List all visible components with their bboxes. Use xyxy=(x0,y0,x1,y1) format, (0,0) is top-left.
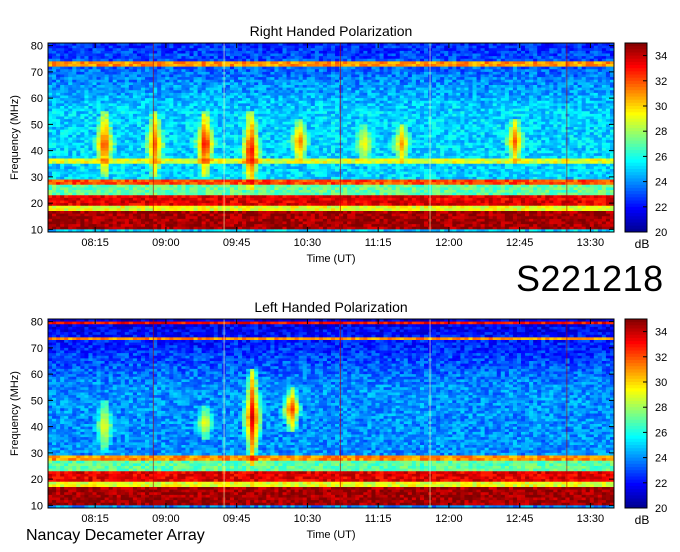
x-tick-label: 10:30 xyxy=(294,513,322,525)
y-tick-label: 70 xyxy=(31,67,43,79)
x-tick-label: 11:15 xyxy=(365,237,392,249)
colorbar-tick-label: 24 xyxy=(655,453,667,465)
spectrogram-cells xyxy=(48,43,614,232)
colorbar-tick-label: 28 xyxy=(655,402,667,414)
y-tick-label: 20 xyxy=(31,474,43,486)
y-tick-label: 60 xyxy=(31,369,43,381)
y-tick-label: 10 xyxy=(31,224,43,236)
y-tick-label: 80 xyxy=(31,41,43,53)
x-tick-label: 12:45 xyxy=(506,237,534,249)
colorbar-tick-label: 20 xyxy=(655,503,667,515)
y-tick-label: 40 xyxy=(31,146,43,158)
observation-id: S221218 xyxy=(516,258,664,300)
x-tick-label: 09:00 xyxy=(152,237,180,249)
colorbar-tick-label: 26 xyxy=(655,151,667,163)
x-axis-label: Time (UT) xyxy=(306,253,355,265)
colorbar-tick-label: 32 xyxy=(655,352,667,364)
x-tick-label: 13:30 xyxy=(577,237,605,249)
colorbar-tick-label: 34 xyxy=(655,51,667,63)
x-tick-label: 10:30 xyxy=(294,237,322,249)
colorbar-tick-label: 30 xyxy=(655,377,667,389)
y-axis-label: Frequency (MHz) xyxy=(9,95,21,180)
colorbar: 20 22 24 26 28 30 32 34 dB xyxy=(625,319,667,527)
y-tick-label: 20 xyxy=(31,198,43,210)
colorbar-tick-label: 28 xyxy=(655,126,667,138)
y-axis-label: Frequency (MHz) xyxy=(9,371,21,456)
y-tick-label: 80 xyxy=(31,317,43,329)
y-tick-label: 30 xyxy=(31,172,43,184)
chart-title: Left Handed Polarization xyxy=(254,299,407,315)
x-tick-label: 12:00 xyxy=(435,513,463,525)
colorbar-tick-label: 22 xyxy=(655,478,667,490)
x-tick-label: 12:45 xyxy=(506,513,534,525)
colorbar-tick-label: 22 xyxy=(655,202,667,214)
colorbar-tick-label: 34 xyxy=(655,327,667,339)
y-tick-label: 50 xyxy=(31,395,43,407)
x-tick-label: 09:00 xyxy=(152,513,180,525)
y-tick-label: 30 xyxy=(31,448,43,460)
colorbar-tick-label: 30 xyxy=(655,101,667,113)
y-tick-label: 50 xyxy=(31,119,43,131)
y-tick-label: 10 xyxy=(31,500,43,512)
x-tick-label: 11:15 xyxy=(365,513,392,525)
colorbar-tick-label: 32 xyxy=(655,76,667,88)
colorbar-tick-label: 26 xyxy=(655,427,667,439)
y-tick-label: 70 xyxy=(31,343,43,355)
chart-title: Right Handed Polarization xyxy=(250,23,413,39)
panel-right-polarization: Right Handed Polarization 10 20 30 40 50 60 70 8… xyxy=(9,23,667,265)
x-axis-label: Time (UT) xyxy=(306,529,355,541)
colorbar-tick-label: 24 xyxy=(655,177,667,189)
x-tick-label: 12:00 xyxy=(435,237,463,249)
y-tick-label: 60 xyxy=(31,93,43,105)
colorbar-label: dB xyxy=(635,237,650,251)
colorbar: 20 22 24 26 28 30 32 34 dB xyxy=(625,43,667,251)
y-tick-label: 40 xyxy=(31,422,43,434)
colorbar-tick-label: 20 xyxy=(655,227,667,239)
panel-left-polarization: Left Handed Polarization 10 20 30 40 50 60 70 80… xyxy=(9,299,667,541)
x-tick-label: 08:15 xyxy=(81,237,109,249)
x-tick-label: 09:45 xyxy=(223,513,251,525)
x-tick-label: 09:45 xyxy=(223,237,251,249)
x-tick-label: 08:15 xyxy=(81,513,109,525)
colorbar-label: dB xyxy=(635,513,650,527)
spectrogram-cells xyxy=(48,319,614,508)
instrument-label: Nancay Decameter Array xyxy=(26,527,205,545)
x-tick-label: 13:30 xyxy=(577,513,605,525)
